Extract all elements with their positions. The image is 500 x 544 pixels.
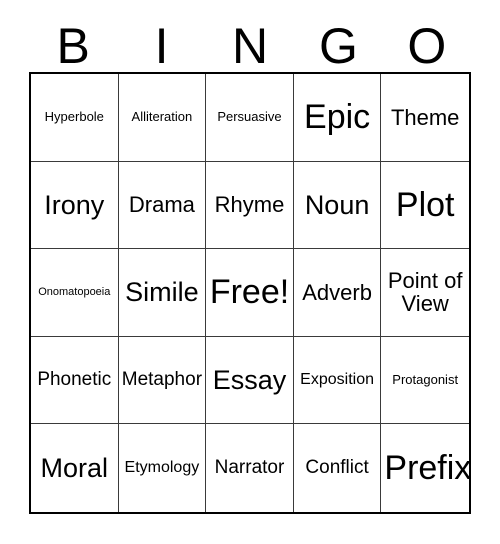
bingo-cell[interactable]: Irony [31, 161, 119, 250]
bingo-cell-label: Hyperbole [44, 109, 104, 125]
bingo-cell[interactable]: Alliteration [118, 74, 207, 162]
bingo-cell[interactable]: Epic [293, 74, 382, 162]
bingo-cell[interactable]: Drama [118, 161, 207, 250]
bingo-cell-label: Etymology [124, 458, 200, 476]
bingo-cell[interactable]: Phonetic [31, 336, 119, 425]
bingo-cell-label: Rhyme [214, 192, 285, 218]
bingo-cell[interactable]: Adverb [293, 249, 382, 337]
bingo-cell-label: Drama [128, 192, 195, 218]
bingo-cell-label: Epic [304, 98, 371, 137]
bingo-header-letter-o: O [407, 18, 447, 74]
bingo-cell-label: Metaphor [121, 369, 203, 391]
bingo-cell[interactable]: Moral [31, 424, 119, 512]
bingo-cell[interactable]: Protagonist [381, 336, 469, 425]
bingo-header-row: B I NGO [29, 14, 471, 72]
bingo-cell[interactable]: Essay [206, 336, 294, 425]
bingo-cell-label: Phonetic [37, 369, 112, 391]
bingo-cell-label: Adverb [302, 279, 372, 305]
bingo-cell-label: Point of View [387, 268, 463, 317]
bingo-free-space-cell[interactable]: Free! [206, 249, 294, 337]
bingo-cell-label: Onomatopoeia [38, 285, 111, 298]
bingo-cell-label: Moral [40, 452, 109, 483]
bingo-header-letter-b: B [56, 18, 90, 74]
bingo-cell-label: Persuasive [217, 109, 282, 125]
bingo-cell[interactable]: Point of View [381, 249, 469, 337]
bingo-cell[interactable]: Exposition [293, 336, 382, 425]
bingo-cell[interactable]: Rhyme [206, 161, 294, 250]
bingo-cell-label: Noun [304, 189, 370, 220]
bingo-cell[interactable]: Hyperbole [31, 74, 119, 162]
bingo-cell[interactable]: Onomatopoeia [31, 249, 119, 337]
bingo-cell[interactable]: Noun [293, 161, 382, 250]
bingo-cell-label: Theme [390, 104, 460, 130]
bingo-grid: Hyperbole Alliteration Persuasive Epic Theme… [29, 72, 471, 514]
bingo-header-letter-n: N [231, 18, 269, 74]
bingo-cell-label: Essay [212, 364, 287, 395]
bingo-header-letter-i: I [154, 18, 169, 74]
bingo-header-letter-g: G [318, 18, 358, 74]
bingo-cell-label: Protagonist [392, 372, 459, 388]
bingo-cell[interactable]: Prefix [381, 424, 469, 512]
bingo-cell[interactable]: Simile [118, 249, 207, 337]
bingo-cell-label: Conflict [305, 457, 369, 479]
bingo-cell[interactable]: Conflict [293, 424, 382, 512]
bingo-cell-label: Plot [395, 185, 455, 224]
bingo-cell-label: Narrator [214, 457, 285, 479]
bingo-cell-label: Exposition [300, 370, 374, 388]
bingo-cell[interactable]: Persuasive [206, 74, 294, 162]
bingo-cell-label: Alliteration [131, 109, 193, 125]
bingo-card: B I NGO Hyperbole Alliteration Persuasive Epi… [0, 0, 500, 544]
bingo-cell[interactable]: Plot [381, 161, 469, 250]
bingo-cell[interactable]: Narrator [206, 424, 294, 512]
bingo-cell-label: Simile [125, 277, 199, 308]
bingo-cell[interactable]: Theme [381, 74, 469, 162]
bingo-cell-label: Irony [44, 189, 105, 220]
bingo-cell[interactable]: Metaphor [118, 336, 207, 425]
bingo-cell-label: Prefix [384, 449, 469, 488]
bingo-cell[interactable]: Etymology [118, 424, 207, 512]
bingo-cell-label: Free! [209, 273, 290, 312]
